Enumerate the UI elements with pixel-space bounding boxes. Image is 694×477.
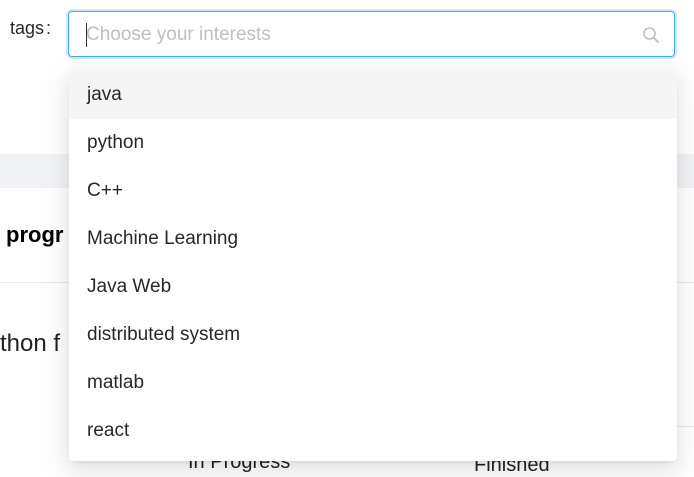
option-java-web[interactable]: Java Web: [69, 263, 677, 311]
tags-label: tags:: [10, 18, 51, 39]
text-cursor: [86, 23, 87, 47]
label-colon: :: [46, 18, 52, 38]
option-matlab[interactable]: matlab: [69, 359, 677, 407]
option-python[interactable]: python: [69, 119, 677, 167]
tags-select[interactable]: [68, 11, 675, 57]
option-distributed-system[interactable]: distributed system: [69, 311, 677, 359]
option-cpp[interactable]: C++: [69, 167, 677, 215]
option-react[interactable]: react: [69, 407, 677, 455]
tags-search-input[interactable]: [86, 22, 626, 48]
section-heading: progr: [6, 222, 64, 247]
option-java[interactable]: java: [69, 71, 677, 119]
tags-dropdown-menu: java python C++ Machine Learning Java We…: [69, 71, 677, 461]
tags-label-text: tags: [10, 18, 45, 38]
option-machine-learning[interactable]: Machine Learning: [69, 215, 677, 263]
search-icon: [643, 27, 659, 43]
course-title[interactable]: thon f: [0, 330, 60, 358]
